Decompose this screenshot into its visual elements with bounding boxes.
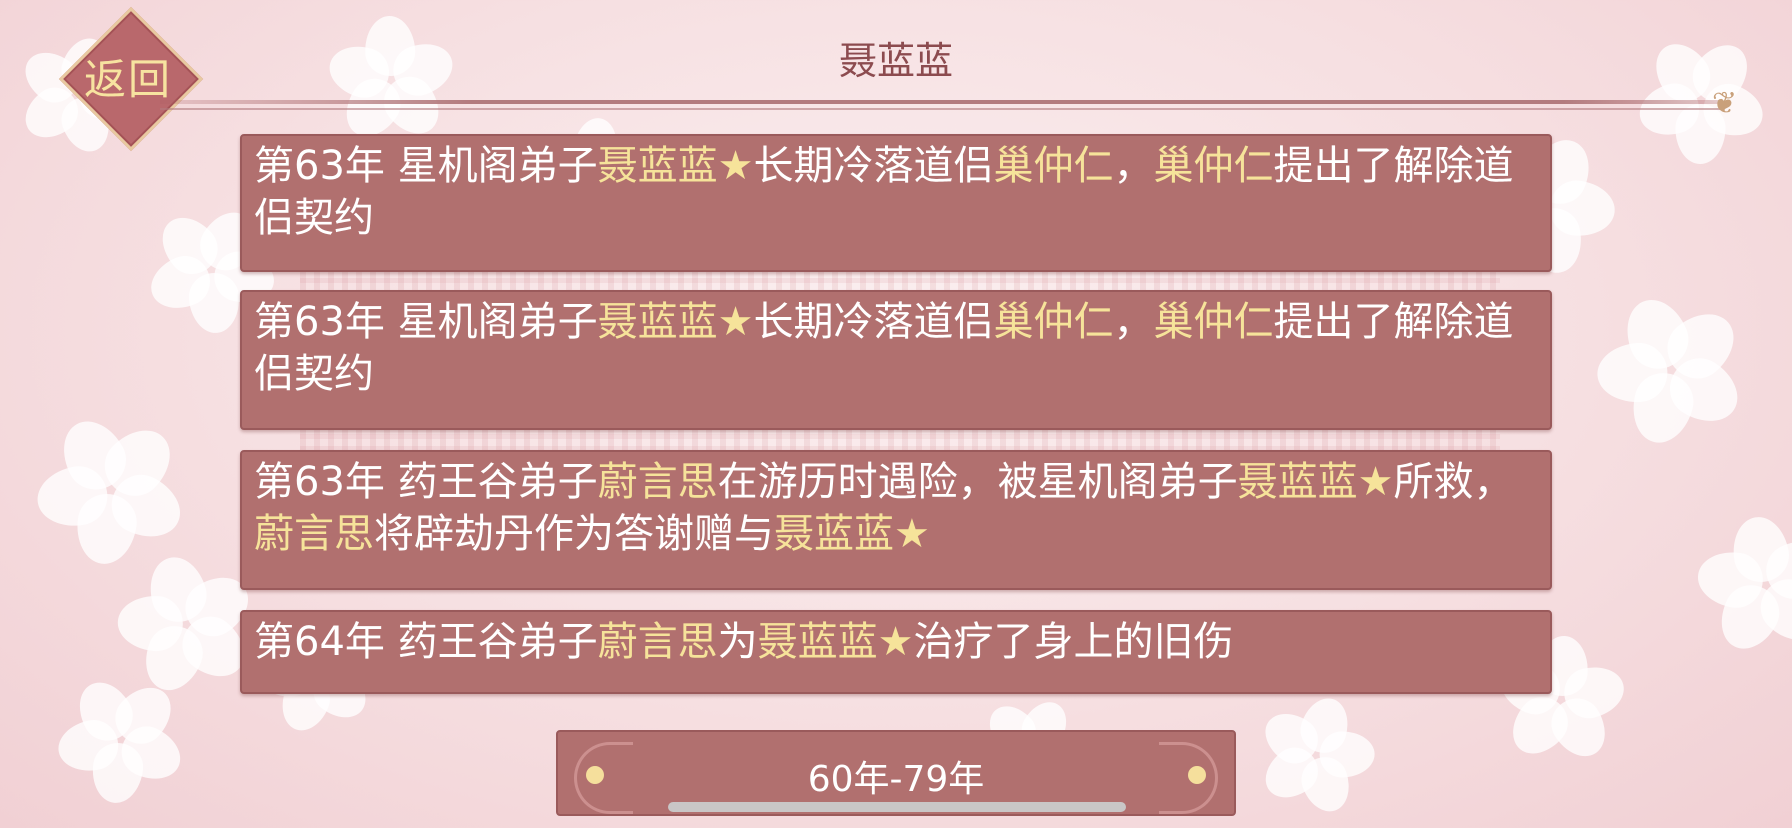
event-text: ， (1113, 299, 1154, 345)
background-petal (1295, 750, 1357, 818)
background-petal (33, 461, 113, 532)
background-petal (1749, 568, 1792, 654)
event-highlight-name: 巢仲仁 (1153, 299, 1274, 345)
background-petal (71, 490, 140, 568)
header-divider-thin (160, 108, 1720, 110)
next-range-button[interactable] (1148, 740, 1218, 814)
background-petal (1501, 686, 1579, 765)
background-petal (1616, 290, 1698, 378)
background-petal (68, 672, 142, 750)
event-text: 为 (717, 619, 758, 665)
home-indicator[interactable] (668, 802, 1126, 812)
background-petal (1710, 576, 1789, 659)
event-text: 将辟劫丹作为答谢赠与 (374, 511, 774, 557)
background-petal (142, 248, 218, 319)
background-petal (1595, 340, 1670, 405)
event-text: 长期冷落道侣 (753, 299, 994, 345)
event-highlight-name: 聂蓝蓝★ (1237, 459, 1394, 505)
background-petal (116, 594, 184, 653)
swirl-ornament-icon: ❦ (1712, 86, 1738, 121)
event-highlight-name: 聂蓝蓝★ (597, 143, 754, 189)
background-petal (113, 718, 190, 790)
background-petal (186, 271, 242, 336)
event-text: ， (1113, 143, 1154, 189)
background-petal (50, 410, 136, 501)
event-card: 第63年 星机阁弟子聂蓝蓝★长期冷落道侣巢仲仁，巢仲仁提出了解除道侣契约 (240, 134, 1552, 272)
background-petal (150, 205, 228, 284)
event-text: 长期冷落道侣 (753, 143, 994, 189)
background-petal (142, 551, 212, 629)
background-petal (1693, 547, 1767, 612)
event-highlight-name: 巢仲仁 (993, 299, 1114, 345)
background-petal (93, 416, 185, 508)
background-petal (1655, 299, 1748, 390)
event-text: 在游历时遇险，被星机阁弟子 (717, 459, 1238, 505)
background-petal (1294, 692, 1356, 759)
background-petal (1255, 738, 1328, 809)
event-text: 第63年 星机阁弟子 (254, 299, 598, 345)
background-petal (1624, 366, 1699, 450)
event-highlight-name: 巢仲仁 (1153, 143, 1274, 189)
event-highlight-name: 蔚言思 (597, 619, 718, 665)
background-petal (53, 715, 123, 777)
background-petal (105, 676, 183, 755)
background-petal (88, 740, 146, 807)
event-text: 第63年 药王谷弟子 (254, 459, 598, 505)
background-petal (1318, 730, 1375, 779)
page-title: 聂蓝蓝 (838, 39, 953, 83)
background-petal (1757, 529, 1792, 608)
event-text: 第64年 药王谷弟子 (254, 619, 598, 665)
event-card: 第63年 星机阁弟子聂蓝蓝★长期冷落道侣巢仲仁，巢仲仁提出了解除道侣契约 (240, 290, 1552, 430)
header-divider (160, 100, 1720, 104)
event-highlight-name: 聂蓝蓝★ (597, 299, 754, 345)
event-card: 第63年 药王谷弟子蔚言思在游历时遇险，被星机阁弟子聂蓝蓝★所救，蔚言思将辟劫丹… (240, 450, 1552, 590)
background-petal (1547, 178, 1618, 240)
event-text: 所救， (1393, 459, 1514, 505)
event-highlight-name: 巢仲仁 (993, 143, 1114, 189)
event-highlight-name: 聂蓝蓝★ (774, 511, 930, 557)
year-range-label: 60年-79年 (807, 759, 985, 800)
background-petal (102, 465, 191, 549)
event-highlight-name: 聂蓝蓝★ (757, 619, 914, 665)
background-petal (1541, 689, 1617, 768)
event-text: 治疗了身上的旧伤 (913, 619, 1234, 665)
event-text: 第63年 星机阁弟子 (254, 143, 598, 189)
event-highlight-name: 蔚言思 (254, 511, 374, 557)
background-petal (1558, 660, 1629, 724)
event-highlight-name: 蔚言思 (597, 459, 718, 505)
background-petal (1728, 512, 1792, 586)
background-petal (1659, 347, 1750, 435)
background-petal (136, 618, 211, 700)
background-petal (1255, 702, 1327, 773)
event-card: 第64年 药王谷弟子蔚言思为聂蓝蓝★治疗了身上的旧伤 (240, 610, 1552, 694)
right-arrow-dot-icon (1188, 766, 1206, 784)
